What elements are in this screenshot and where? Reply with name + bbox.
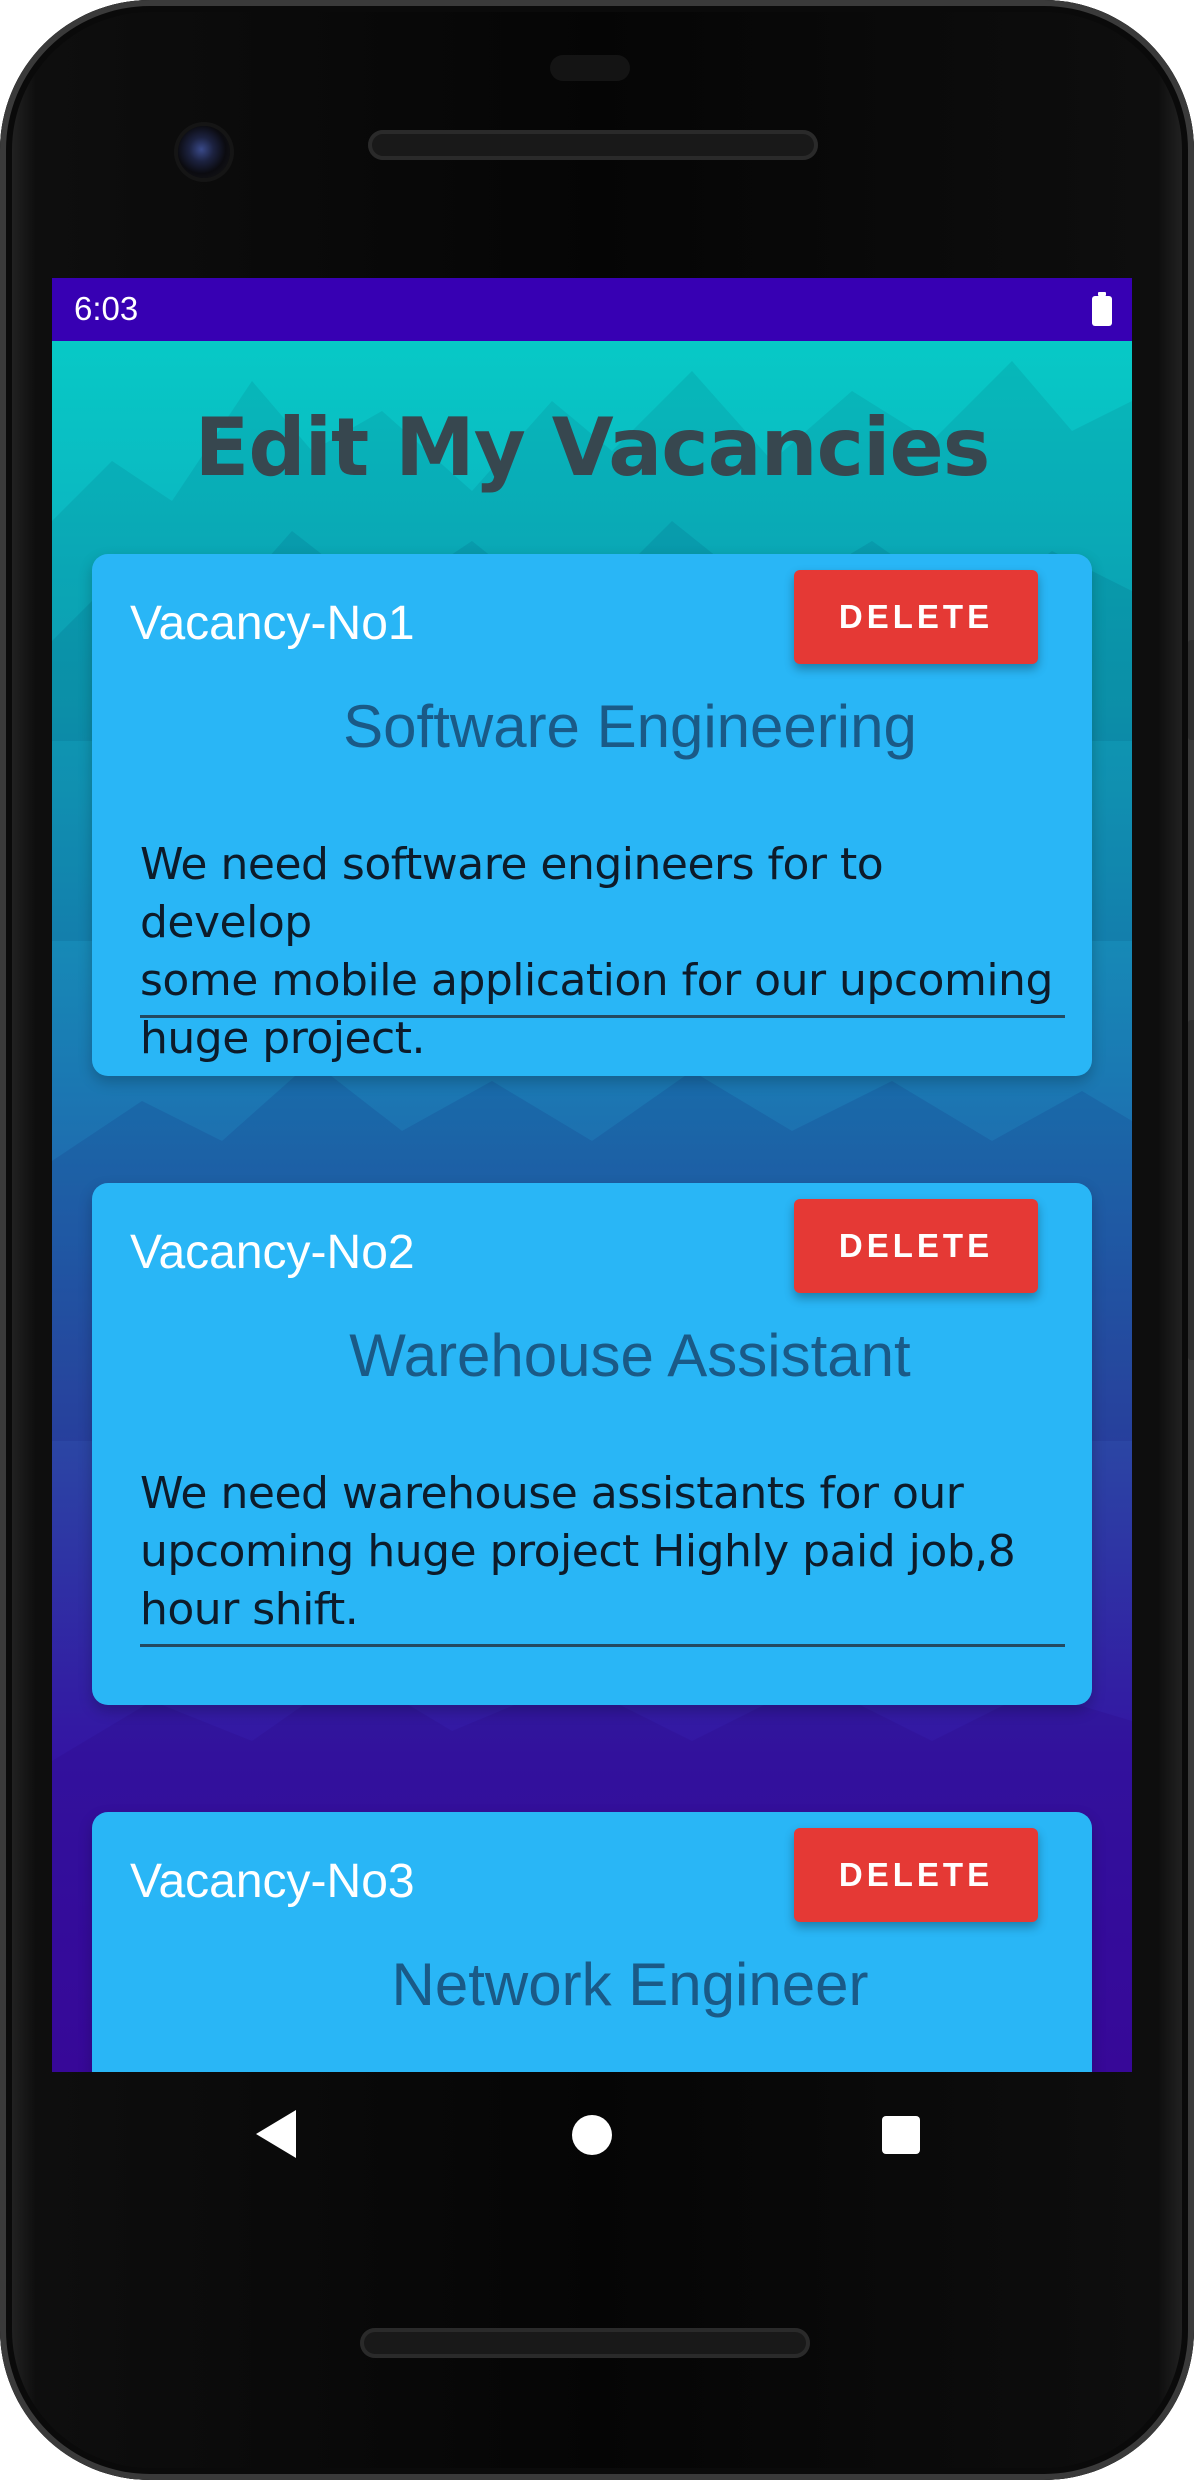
status-time: 6:03 [74, 290, 139, 327]
vacancy-title: Warehouse Assistant [349, 1322, 911, 1389]
top-speaker-grille [368, 130, 818, 160]
delete-button[interactable]: DELETE [794, 570, 1038, 664]
app-content[interactable]: Edit My Vacancies Vacancy-No1 DELETE Sof… [52, 341, 1132, 2072]
description-line: upcoming huge project Highly paid job,8 [140, 1526, 1016, 1577]
phone-frame: 6:03 Edit My Vacancies Vacancy-No1 DELET… [0, 0, 1194, 2480]
page-title: Edit My Vacancies [194, 401, 991, 494]
delete-button[interactable]: DELETE [794, 1828, 1038, 1922]
vacancy-number: Vacancy-No1 [130, 597, 415, 650]
vacancy-description-field[interactable]: We need warehouse assistants for our upc… [140, 1465, 1065, 1639]
vacancy-number: Vacancy-No3 [130, 1855, 415, 1908]
description-line: huge project. [140, 1013, 425, 1064]
recents-square-icon[interactable] [882, 2116, 920, 2154]
home-circle-icon[interactable] [572, 2115, 612, 2155]
volume-rocker [1188, 1020, 1194, 1360]
power-button [1188, 640, 1194, 740]
description-line: We need warehouse assistants for our [140, 1468, 964, 1519]
description-underline [140, 1015, 1065, 1018]
vacancy-card[interactable]: Vacancy-No1 DELETE Software Engineering … [92, 554, 1092, 1076]
screen: 6:03 Edit My Vacancies Vacancy-No1 DELET… [52, 278, 1132, 2072]
vacancy-card[interactable]: Vacancy-No3 DELETE Network Engineer [92, 1812, 1092, 2072]
top-sensor [550, 55, 630, 81]
description-line: some mobile application for our upcoming [140, 955, 1053, 1006]
description-line: hour shift. [140, 1584, 359, 1635]
back-triangle-icon[interactable] [256, 2110, 296, 2158]
front-camera-icon [178, 126, 230, 178]
vacancy-number: Vacancy-No2 [130, 1226, 415, 1279]
status-bar: 6:03 [52, 278, 1132, 341]
delete-button[interactable]: DELETE [794, 1199, 1038, 1293]
vacancy-description-field[interactable]: We need software engineers for to develo… [140, 836, 1065, 1068]
description-underline [140, 1644, 1065, 1647]
battery-icon [1092, 292, 1112, 326]
vacancy-title: Software Engineering [343, 693, 917, 760]
bottom-speaker-grille [360, 2328, 810, 2358]
vacancy-title: Network Engineer [391, 1951, 869, 2018]
description-line: We need software engineers for to develo… [140, 839, 884, 948]
vacancy-card[interactable]: Vacancy-No2 DELETE Warehouse Assistant W… [92, 1183, 1092, 1705]
